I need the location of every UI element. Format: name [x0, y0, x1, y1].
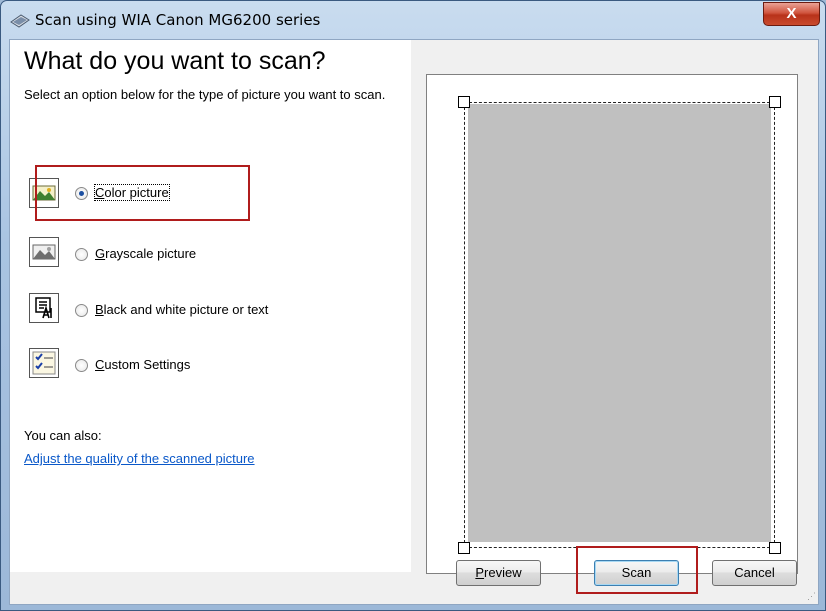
instructions-text: Select an option below for the type of p… [24, 87, 386, 102]
window-title: Scan using WIA Canon MG6200 series [35, 11, 321, 29]
resize-handle-bottom-left[interactable] [458, 542, 470, 554]
close-button[interactable]: X [763, 2, 820, 26]
title-bar: Scan using WIA Canon MG6200 series X [1, 1, 825, 39]
cancel-button[interactable]: Cancel [712, 560, 797, 586]
scan-selection-rectangle[interactable] [464, 102, 775, 548]
custom-settings-radio[interactable] [75, 359, 88, 372]
bw-picture-radio[interactable] [75, 304, 88, 317]
options-pane: What do you want to scan? Select an opti… [10, 40, 411, 572]
scan-button-highlight [576, 546, 698, 594]
scan-dialog-window: Scan using WIA Canon MG6200 series X Wha… [0, 0, 826, 611]
dialog-client-area: What do you want to scan? Select an opti… [9, 39, 819, 605]
bw-text-icon[interactable] [29, 293, 59, 323]
grayscale-picture-icon[interactable] [29, 237, 59, 267]
preview-button[interactable]: Preview [456, 560, 541, 586]
resize-grip[interactable]: ⋰ [807, 591, 816, 602]
preview-area [426, 74, 798, 574]
grayscale-picture-radio[interactable] [75, 248, 88, 261]
scan-preview-image [468, 104, 771, 542]
close-icon: X [786, 5, 797, 22]
grayscale-picture-label[interactable]: Grayscale picture [95, 246, 196, 261]
resize-handle-top-left[interactable] [458, 96, 470, 108]
color-picture-highlight [35, 165, 250, 221]
custom-settings-icon[interactable] [29, 348, 59, 378]
bw-picture-label[interactable]: Black and white picture or text [95, 302, 268, 317]
adjust-quality-link[interactable]: Adjust the quality of the scanned pictur… [24, 451, 255, 466]
resize-handle-bottom-right[interactable] [769, 542, 781, 554]
also-label: You can also: [24, 428, 102, 443]
resize-handle-top-right[interactable] [769, 96, 781, 108]
scanner-icon [10, 14, 30, 28]
custom-settings-label[interactable]: Custom Settings [95, 357, 190, 372]
page-title: What do you want to scan? [24, 47, 326, 75]
